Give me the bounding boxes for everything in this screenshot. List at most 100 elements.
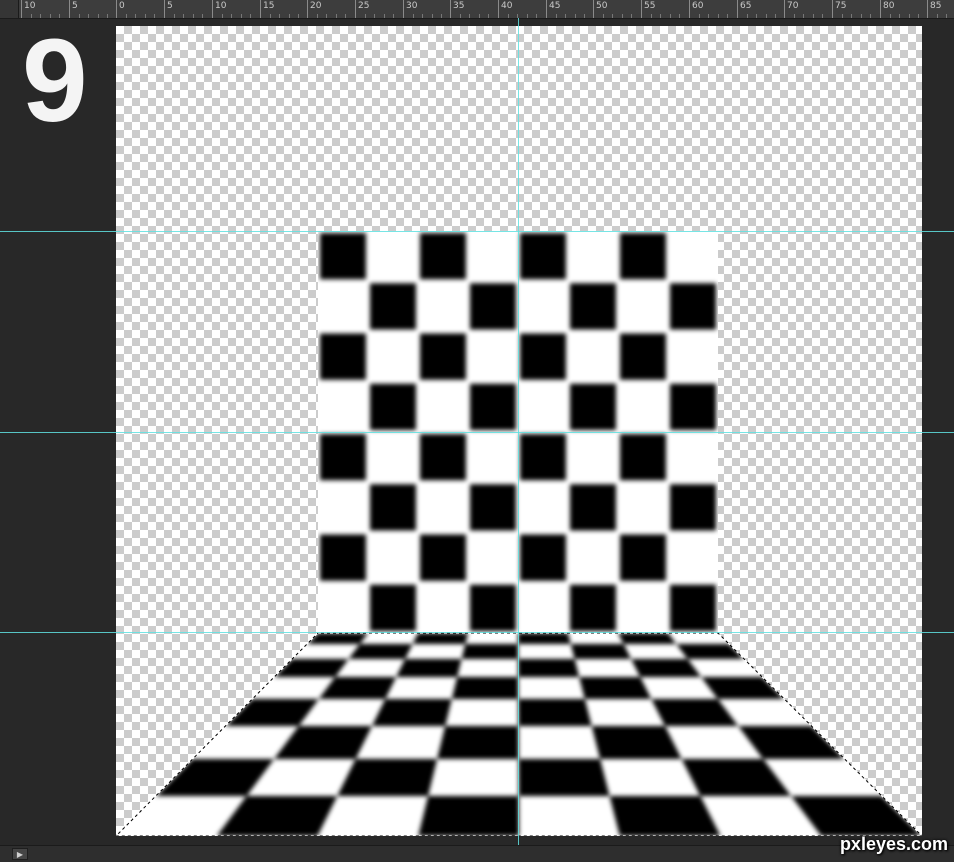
ruler-minor-tick	[107, 14, 108, 18]
ruler-minor-tick	[88, 14, 89, 18]
play-right-icon[interactable]: ▶	[12, 848, 28, 860]
ruler-minor-tick	[365, 14, 366, 18]
wall-dark-tile	[320, 534, 366, 581]
wall-dark-tile	[320, 333, 366, 380]
ruler-major-tick	[832, 0, 833, 18]
ruler-minor-tick	[527, 14, 528, 18]
ruler-tick-label: 20	[310, 1, 322, 11]
wall-dark-tile	[620, 333, 666, 380]
checker-floor	[116, 633, 922, 836]
ruler-tick-label: 65	[740, 1, 752, 11]
floor-dark-tile	[618, 633, 677, 644]
ruler-origin-corner[interactable]	[0, 0, 19, 18]
wall-dark-tile	[370, 383, 416, 430]
artwork-layer	[116, 231, 922, 836]
ruler-minor-tick	[631, 14, 632, 18]
guide-horizontal-3[interactable]	[0, 632, 954, 633]
ruler-minor-tick	[270, 14, 271, 18]
guide-horizontal-2[interactable]	[0, 432, 954, 433]
ruler-minor-tick	[584, 14, 585, 18]
wall-dark-tile	[420, 333, 466, 380]
floor-dark-tile	[451, 677, 519, 699]
step-number: 9	[22, 15, 88, 147]
ruler-minor-tick	[326, 14, 327, 18]
floor-dark-tile	[570, 644, 632, 659]
ruler-tick-label: 80	[883, 1, 895, 11]
ruler-minor-tick	[460, 14, 461, 18]
wall-dark-tile	[320, 434, 366, 481]
ruler-minor-tick	[174, 14, 175, 18]
wall-dark-tile	[520, 333, 566, 380]
ruler-minor-tick	[679, 14, 680, 18]
document-canvas[interactable]	[116, 26, 922, 836]
wall-dark-tile	[370, 484, 416, 531]
wall-dark-tile	[470, 584, 516, 631]
guide-horizontal-1[interactable]	[0, 231, 954, 232]
ruler-minor-tick	[747, 14, 748, 18]
ruler-major-tick	[880, 0, 881, 18]
ruler-minor-tick	[317, 14, 318, 18]
wall-dark-tile	[470, 484, 516, 531]
ruler-minor-tick	[126, 14, 127, 18]
ruler-minor-tick	[432, 14, 433, 18]
wall-dark-tile	[670, 584, 716, 631]
ruler-major-tick	[355, 0, 356, 18]
ruler-minor-tick	[289, 14, 290, 18]
ruler-minor-tick	[813, 14, 814, 18]
wall-dark-tile	[520, 534, 566, 581]
ruler-minor-tick	[145, 14, 146, 18]
ruler-minor-tick	[766, 14, 767, 18]
ruler-major-tick	[927, 0, 928, 18]
ruler-minor-tick	[384, 14, 385, 18]
ruler-minor-tick	[374, 14, 375, 18]
wall-dark-tile	[570, 283, 616, 330]
ruler-major-tick	[450, 0, 451, 18]
ruler-minor-tick	[488, 14, 489, 18]
wall-dark-tile	[420, 534, 466, 581]
ruler-tick-label: 10	[215, 1, 227, 11]
floor-dark-tile	[461, 644, 519, 659]
ruler-minor-tick	[718, 14, 719, 18]
ruler-tick-label: 5	[167, 1, 173, 11]
ruler-minor-tick	[870, 14, 871, 18]
wall-dark-tile	[670, 283, 716, 330]
ruler-tick-label: 70	[787, 1, 799, 11]
horizontal-ruler[interactable]: 10 5 0 5 10 15 20 25 30 35 40 45 50 55 60 65 70 75 80 85	[0, 0, 954, 19]
ruler-minor-tick	[670, 14, 671, 18]
ruler-minor-tick	[842, 14, 843, 18]
ruler-minor-tick	[536, 14, 537, 18]
ruler-minor-tick	[603, 14, 604, 18]
floor-dark-tile	[676, 644, 745, 659]
ruler-minor-tick	[135, 14, 136, 18]
wall-dark-tile	[620, 434, 666, 481]
wall-dark-tile	[370, 584, 416, 631]
ruler-minor-tick	[822, 14, 823, 18]
ruler-tick-label: 10	[24, 1, 36, 11]
ruler-minor-tick	[756, 14, 757, 18]
floor-dark-tile	[418, 796, 519, 836]
guide-vertical-1[interactable]	[518, 18, 519, 858]
ruler-tick-label: 50	[596, 1, 608, 11]
ruler-minor-tick	[250, 14, 251, 18]
ruler-minor-tick	[622, 14, 623, 18]
ruler-minor-tick	[565, 14, 566, 18]
ruler-minor-tick	[708, 14, 709, 18]
floor-dark-tile	[348, 644, 413, 659]
ruler-minor-tick	[612, 14, 613, 18]
ruler-minor-tick	[651, 14, 652, 18]
ruler-minor-tick	[794, 14, 795, 18]
floor-dark-tile	[518, 659, 580, 677]
ruler-tick-label: 85	[930, 1, 942, 11]
ruler-tick-label: 5	[72, 1, 78, 11]
ruler-tick-label: 35	[453, 1, 465, 11]
wall-dark-tile	[670, 383, 716, 430]
ruler-major-tick	[498, 0, 499, 18]
ruler-minor-tick	[202, 14, 203, 18]
ruler-minor-tick	[183, 14, 184, 18]
wall-dark-tile	[370, 283, 416, 330]
ruler-minor-tick	[279, 14, 280, 18]
ruler-major-tick	[689, 0, 690, 18]
ruler-minor-tick	[861, 14, 862, 18]
ruler-minor-tick	[803, 14, 804, 18]
wall-dark-tile	[420, 233, 466, 280]
